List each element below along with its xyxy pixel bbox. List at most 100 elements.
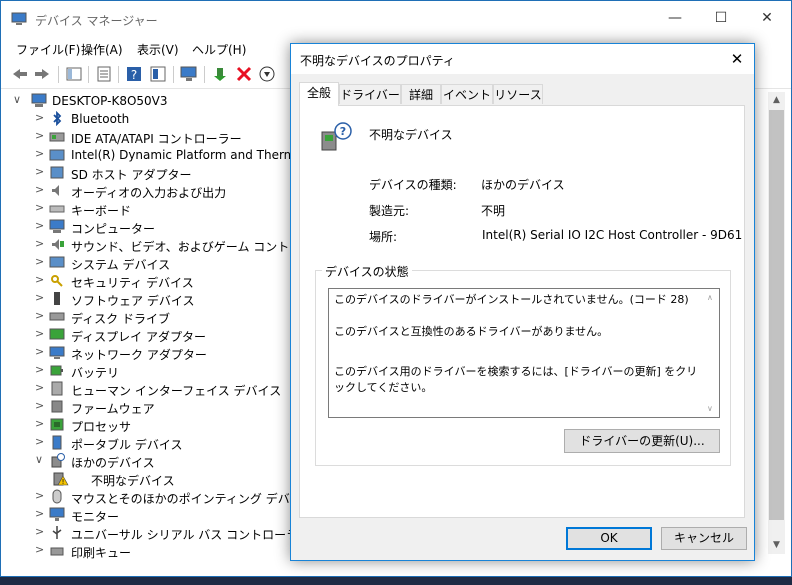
tree-item[interactable]: > システム デバイス [1, 254, 301, 273]
tree-item-label: 印刷キュー [71, 546, 132, 560]
chevron-right-icon[interactable]: > [35, 274, 45, 286]
chevron-right-icon[interactable]: > [35, 238, 45, 250]
portable-device-icon [49, 435, 65, 450]
tree-item[interactable]: > マウスとそのほかのポインティング デバイス [1, 488, 313, 506]
chevron-right-icon[interactable]: > [35, 256, 45, 268]
scroll-down-icon[interactable]: ▼ [768, 537, 785, 554]
chevron-right-icon[interactable]: > [35, 220, 45, 232]
tree-root[interactable]: ∨ DESKTOP-K8O50V3 [1, 92, 301, 110]
tab-details[interactable]: 詳細 [401, 84, 441, 104]
chevron-right-icon[interactable]: > [35, 544, 45, 556]
tree-item[interactable]: ∨ ほかのデバイス [1, 452, 301, 470]
update-driver-icon[interactable] [211, 65, 229, 83]
ok-button[interactable]: OK [566, 527, 652, 550]
disable-device-icon[interactable] [258, 65, 276, 83]
tree-item[interactable]: > ソフトウェア デバイス [1, 290, 301, 309]
chevron-right-icon[interactable]: > [35, 490, 45, 502]
processor-icon [49, 417, 65, 432]
chevron-right-icon[interactable]: > [35, 382, 45, 394]
dialog-titlebar: 不明なデバイスのプロパティ ✕ [291, 44, 754, 74]
minimize-button[interactable]: — [652, 1, 698, 35]
scroll-thumb[interactable] [769, 110, 784, 520]
properties-dialog: 不明なデバイスのプロパティ ✕ 全般 ドライバー 詳細 イベント リソース ? … [290, 43, 755, 561]
tree-item[interactable]: > ファームウェア [1, 398, 301, 417]
chevron-right-icon[interactable]: > [35, 364, 45, 376]
computer-icon [31, 93, 47, 108]
chevron-down-icon[interactable]: ∨ [13, 94, 23, 106]
tab-driver[interactable]: ドライバー [339, 84, 401, 104]
dialog-close-button[interactable]: ✕ [720, 44, 754, 74]
tree-item[interactable]: > ポータブル デバイス [1, 434, 301, 452]
menu-file[interactable]: ファイル(F) [16, 41, 80, 58]
chevron-right-icon[interactable]: > [35, 526, 45, 538]
device-status-textbox[interactable]: このデバイスのドライバーがインストールされていません。(コード 28) このデバ… [328, 288, 720, 418]
scroll-down-icon[interactable]: ∨ [707, 404, 713, 413]
tree-item[interactable]: > ディスク ドライブ [1, 308, 301, 327]
chevron-right-icon[interactable]: > [35, 508, 45, 520]
tab-events[interactable]: イベント [441, 84, 493, 104]
help-icon[interactable]: ? [125, 65, 143, 83]
tree-item[interactable]: > モニター [1, 506, 301, 524]
tree-item[interactable]: > プロセッサ [1, 416, 301, 435]
tree-item[interactable]: > セキュリティ デバイス [1, 272, 301, 291]
tree-item[interactable]: > ネットワーク アダプター [1, 344, 301, 363]
scroll-up-icon[interactable]: ∧ [707, 293, 713, 302]
properties-icon[interactable] [95, 65, 113, 83]
chevron-right-icon[interactable]: > [35, 310, 45, 322]
chevron-down-icon[interactable]: ∨ [35, 454, 45, 466]
close-window-button[interactable]: ✕ [744, 1, 790, 35]
tree-item[interactable]: ! 不明なデバイス [1, 470, 301, 488]
tree-item[interactable]: > Bluetooth [1, 110, 301, 128]
device-manager-title: デバイス マネージャー [35, 14, 158, 28]
chevron-right-icon[interactable]: > [35, 202, 45, 214]
chevron-right-icon[interactable]: > [35, 436, 45, 448]
menu-view[interactable]: 表示(V) [137, 41, 179, 58]
chevron-right-icon[interactable]: > [35, 400, 45, 412]
tree-item[interactable]: > IDE ATA/ATAPI コントローラー [1, 128, 301, 147]
tree-item[interactable]: > 印刷キュー [1, 542, 301, 561]
tree-item[interactable]: > サウンド、ビデオ、およびゲーム コントローラー [1, 236, 337, 255]
chevron-right-icon[interactable]: > [35, 418, 45, 430]
device-status-text: このデバイスのドライバーがインストールされていません。(コード 28) このデバ… [334, 292, 699, 396]
tree-item[interactable]: > Intel(R) Dynamic Platform and Thermal … [1, 146, 328, 164]
tree-item[interactable]: > バッテリ [1, 362, 301, 381]
tree-item-label: プロセッサ [71, 420, 132, 434]
chevron-right-icon[interactable]: > [35, 148, 45, 160]
close-icon: ✕ [730, 50, 744, 68]
chevron-right-icon[interactable]: > [35, 166, 45, 178]
tree-item[interactable]: > ユニバーサル シリアル バス コントローラー [1, 524, 310, 543]
chevron-right-icon[interactable]: > [35, 112, 45, 124]
maximize-button[interactable]: ☐ [698, 1, 744, 35]
update-driver-button[interactable]: ドライバーの更新(U)... [564, 429, 720, 453]
tab-resources[interactable]: リソース [493, 84, 543, 104]
chevron-right-icon[interactable]: > [35, 184, 45, 196]
device-tree-scrollbar[interactable]: ▲ ▼ [768, 92, 785, 554]
tab-general[interactable]: 全般 [299, 82, 339, 106]
tree-item-label: ほかのデバイス [71, 456, 155, 470]
scan-hardware-icon[interactable] [180, 65, 198, 83]
status-scrollbar[interactable]: ∧ ∨ [704, 289, 719, 417]
chevron-right-icon[interactable]: > [35, 328, 45, 340]
help-topics-icon[interactable] [149, 65, 167, 83]
battery-icon [49, 363, 65, 378]
bluetooth-icon [49, 110, 65, 127]
tree-item[interactable]: > オーディオの入力および出力 [1, 182, 301, 201]
tree-item[interactable]: > SD ホスト アダプター [1, 164, 301, 183]
chevron-right-icon[interactable]: > [35, 346, 45, 358]
tree-item[interactable]: > キーボード [1, 200, 301, 219]
tree-item-label: ネットワーク アダプター [71, 348, 207, 362]
back-icon[interactable] [11, 65, 29, 83]
menu-help[interactable]: ヘルプ(H) [192, 41, 246, 58]
tree-item[interactable]: > コンピューター [1, 218, 301, 236]
cancel-button[interactable]: キャンセル [661, 527, 747, 550]
chevron-right-icon[interactable]: > [35, 292, 45, 304]
chevron-right-icon[interactable]: > [35, 130, 45, 142]
scroll-up-icon[interactable]: ▲ [768, 92, 785, 109]
sd-host-icon [49, 165, 65, 180]
tree-item[interactable]: > ヒューマン インターフェイス デバイス [1, 380, 301, 398]
show-hide-console-tree-icon[interactable] [65, 65, 83, 83]
menu-action[interactable]: 操作(A) [81, 41, 123, 58]
tree-item[interactable]: > ディスプレイ アダプター [1, 326, 301, 345]
forward-icon[interactable] [33, 65, 51, 83]
uninstall-icon[interactable] [235, 65, 253, 83]
